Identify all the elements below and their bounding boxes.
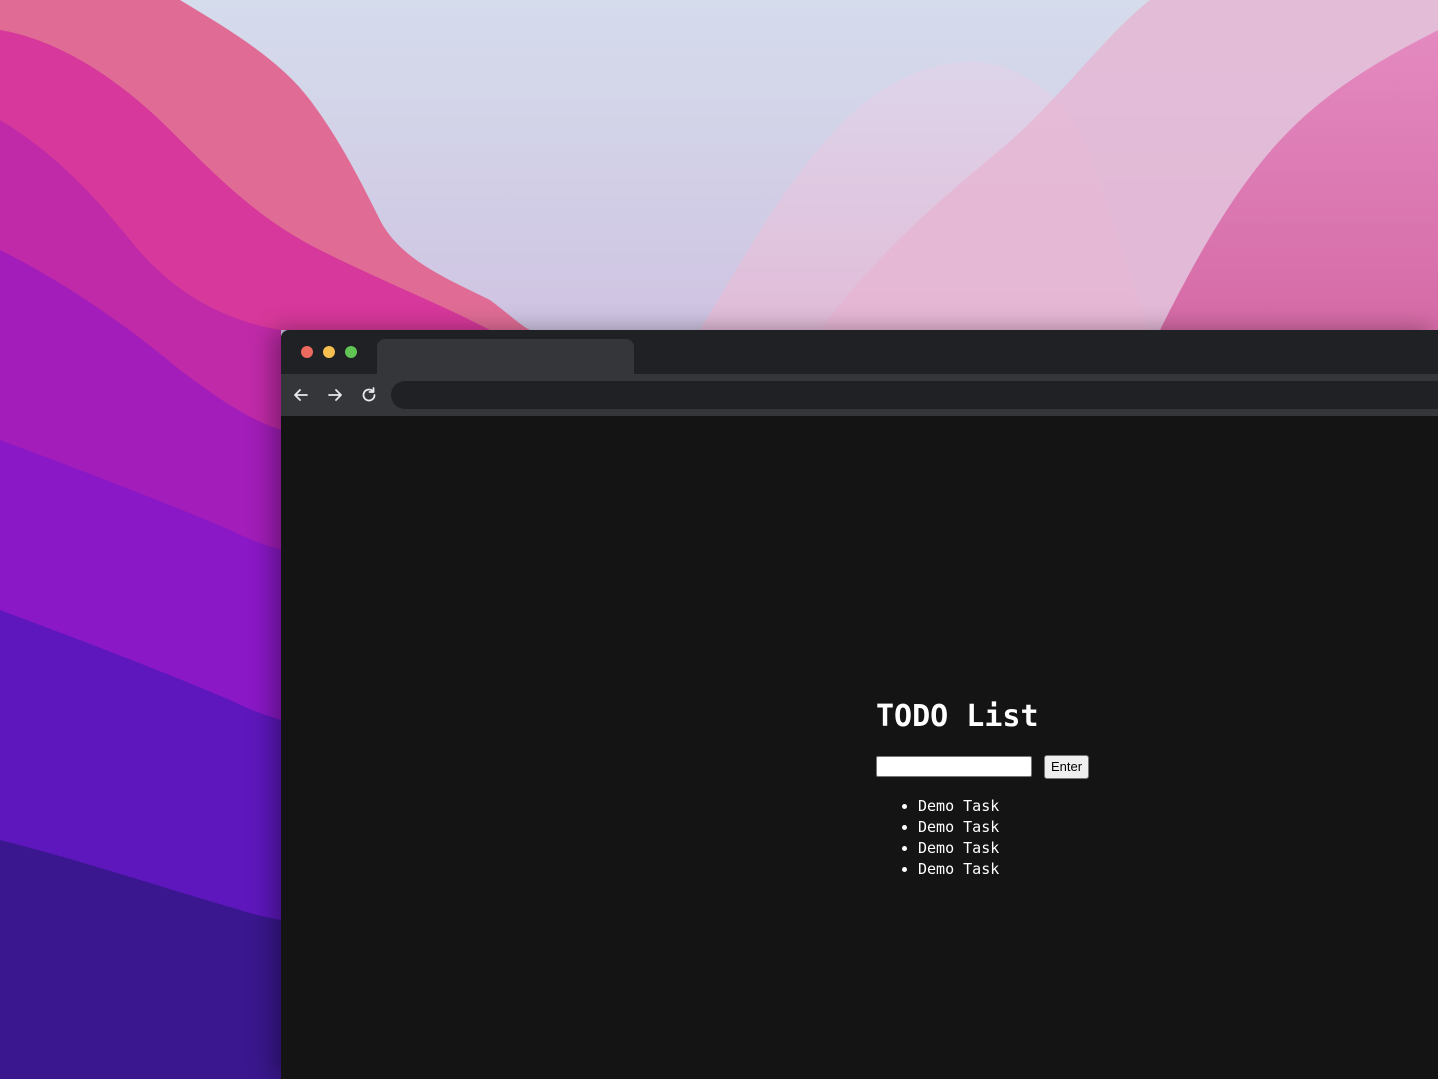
list-item: Demo Task [918,817,999,838]
reload-icon [362,387,376,402]
browser-toolbar [281,374,1438,416]
browser-window: TODO List Enter Demo Task Demo Task Demo… [281,330,1438,1079]
address-bar[interactable] [391,381,1438,409]
page-title: TODO List [876,699,1039,734]
arrow-right-icon [328,389,342,401]
browser-tab[interactable] [377,339,634,374]
list-item: Demo Task [918,859,999,880]
reload-button[interactable] [358,384,380,406]
maximize-window-button[interactable] [345,346,357,358]
forward-button[interactable] [324,384,346,406]
add-task-form: Enter [876,755,1106,782]
enter-button[interactable]: Enter [1044,755,1089,779]
task-list: Demo Task Demo Task Demo Task Demo Task [876,796,999,880]
minimize-window-button[interactable] [323,346,335,358]
page-content: TODO List Enter Demo Task Demo Task Demo… [281,416,1438,1079]
list-item: Demo Task [918,838,999,859]
todo-app: TODO List Enter Demo Task Demo Task Demo… [876,699,1176,878]
close-window-button[interactable] [301,346,313,358]
list-item: Demo Task [918,796,999,817]
back-button[interactable] [290,384,312,406]
arrow-left-icon [294,389,308,401]
tab-bar [281,330,1438,374]
task-input[interactable] [876,756,1032,777]
